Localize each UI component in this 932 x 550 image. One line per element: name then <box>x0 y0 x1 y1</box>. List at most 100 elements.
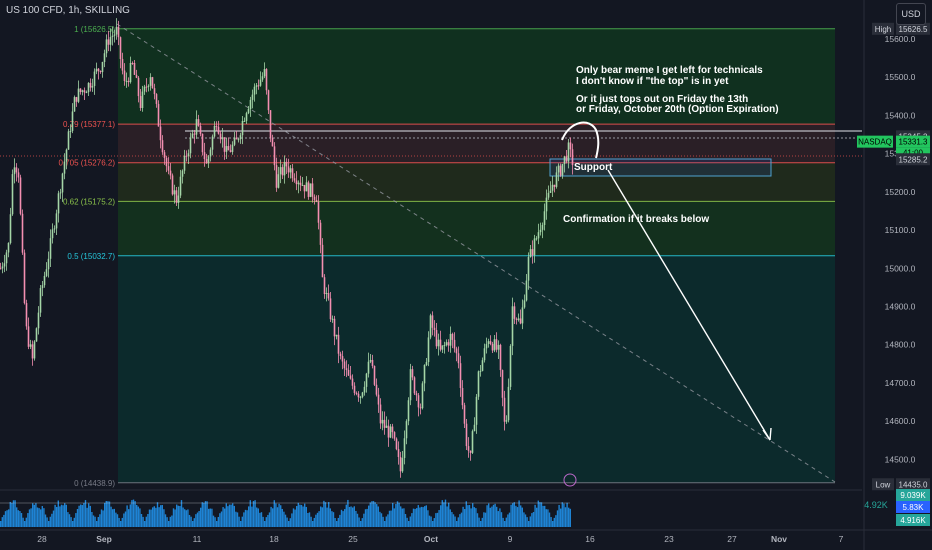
candle-body <box>565 156 568 162</box>
volume-bar <box>81 505 83 527</box>
x-tick-label: 23 <box>664 534 674 544</box>
volume-bar <box>321 507 323 527</box>
candle-body <box>563 156 566 164</box>
volume-bar <box>108 501 111 527</box>
volume-bar <box>435 513 437 527</box>
candle-body <box>449 333 452 346</box>
volume-bar <box>265 517 267 527</box>
candle-body <box>145 86 148 88</box>
candle-body <box>169 170 172 176</box>
volume-bar <box>428 515 431 527</box>
volume-bar <box>126 505 128 527</box>
candle-body <box>391 426 394 433</box>
candle-body <box>251 94 254 100</box>
currency-button[interactable]: USD <box>896 3 926 25</box>
volume-bar <box>292 508 295 527</box>
volume-bar <box>467 505 469 527</box>
candle-body <box>529 249 532 258</box>
volume-bar <box>446 506 448 527</box>
candle-body <box>467 446 470 451</box>
volume-bar <box>270 506 272 527</box>
volume-bar <box>532 512 535 527</box>
volume-bar <box>456 521 458 527</box>
y-tick-label: 15000.0 <box>885 263 916 273</box>
candle-body <box>279 167 282 175</box>
bear-note-line-2: I don't know if "the top" is in yet <box>576 76 729 87</box>
volume-bar <box>502 517 504 527</box>
volume-bar <box>448 502 450 527</box>
candle-body <box>213 125 216 137</box>
candle-body <box>139 96 142 109</box>
volume-bar <box>177 505 179 527</box>
volume-bar <box>257 508 259 527</box>
candle-body <box>439 339 442 350</box>
volume-bar <box>230 504 232 527</box>
volume-bar <box>147 513 149 527</box>
volume-bar <box>8 509 10 527</box>
volume-bar <box>80 504 82 527</box>
price-chart[interactable]: 1 (15626.5)0.79 (15377.1)0.705 (15276.2)… <box>0 0 932 550</box>
volume-bar <box>16 507 18 527</box>
volume-bar <box>35 503 37 527</box>
volume-bar <box>478 517 480 527</box>
volume-current-value: 4.92K <box>864 500 888 510</box>
volume-bar <box>211 508 213 527</box>
volume-bar <box>500 512 503 527</box>
volume-tag-value: 5.83K <box>903 503 925 512</box>
volume-bar <box>376 504 378 527</box>
volume-bar <box>192 521 194 527</box>
candle-body <box>473 424 476 432</box>
volume-bar <box>65 504 67 527</box>
volume-bar <box>454 516 456 527</box>
candle-body <box>87 82 90 93</box>
volume-bar <box>336 521 338 527</box>
candle-body <box>125 80 128 82</box>
volume-bar <box>392 502 394 527</box>
volume-bar <box>550 517 552 527</box>
volume-bar <box>195 514 197 527</box>
candle-body <box>143 86 146 92</box>
candle-body <box>257 85 260 87</box>
candle-body <box>477 371 480 397</box>
volume-bar <box>273 500 275 527</box>
candle-body <box>445 342 448 346</box>
volume-bar <box>504 521 506 527</box>
volume-bar <box>291 513 293 527</box>
volume-bar <box>464 509 466 527</box>
volume-bar <box>86 507 88 527</box>
candle-body <box>249 99 252 110</box>
volume-bar <box>172 508 175 527</box>
candle-body <box>309 183 312 197</box>
volume-bar <box>360 521 362 527</box>
candle-body <box>27 326 30 347</box>
candle-body <box>417 395 420 408</box>
volume-bar <box>70 517 72 527</box>
price-tag-value: 15331.3 <box>899 138 928 147</box>
volume-bar <box>332 512 335 527</box>
volume-bar <box>73 517 75 527</box>
volume-bar <box>561 502 563 527</box>
volume-bar <box>0 521 2 527</box>
candle-body <box>195 119 198 135</box>
volume-bar <box>315 514 317 527</box>
volume-bar <box>451 512 453 527</box>
volume-bar <box>99 514 101 527</box>
candle-body <box>0 268 2 270</box>
volume-bar <box>227 506 229 527</box>
candle-body <box>371 360 374 366</box>
x-tick-label: 7 <box>839 534 844 544</box>
volume-bar <box>280 505 282 527</box>
candle-body <box>337 334 340 354</box>
candle-body <box>397 449 400 458</box>
symbol-title: US 100 CFD, 1h, SKILLING <box>6 5 130 16</box>
candle-body <box>9 214 12 243</box>
candle-body <box>71 111 74 131</box>
y-tick-label: 14800.0 <box>885 340 916 350</box>
volume-tag-value: 4.916K <box>900 516 926 525</box>
volume-bar <box>166 517 168 527</box>
candle-body <box>105 39 108 54</box>
volume-bar <box>339 514 341 527</box>
candle-body <box>487 341 490 345</box>
volume-bar <box>160 505 162 527</box>
candle-body <box>151 77 154 89</box>
